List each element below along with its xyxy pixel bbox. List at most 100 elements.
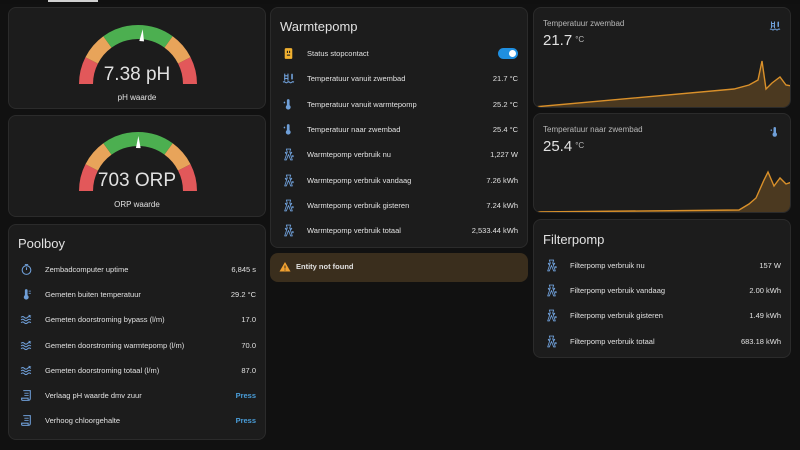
water-flow-icon [19,313,33,327]
press-button[interactable]: Press [236,416,256,425]
entity-row[interactable]: Filterpomp verbruik vandaag 2.00 kWh [534,278,790,303]
entity-label: Warmtepomp verbruik vandaag [307,175,412,185]
entity-value: 1.49 kWh [749,311,781,321]
thermometer-water-icon [281,122,295,136]
entity-value: 683.18 kWh [740,336,781,346]
entity-value: 21.7 °C [492,74,518,84]
transmission-tower-icon [544,284,558,298]
entity-label: Warmtepomp verbruik nu [307,150,391,160]
sensor-name: Temperatuur naar zwembad [543,125,643,134]
gauge-segment [164,36,191,64]
entity-value: 6,845 s [231,265,256,274]
ph-gauge-card[interactable]: 7.38 pH pH waarde [8,7,266,109]
entity-label: Filterpomp verbruik totaal [570,336,655,346]
sensor-card-temperatuur-naar-zwembad[interactable]: Temperatuur naar zwembad 25.4 °C [533,113,791,213]
power-toggle[interactable] [498,48,518,59]
entity-row[interactable]: Warmtepomp verbruik nu 1,227 W [271,142,527,167]
entity-row[interactable]: Filterpomp verbruik nu 157 W [534,253,790,278]
entity-row[interactable]: Filterpomp verbruik gisteren 1.49 kWh [534,303,790,328]
transmission-tower-icon [281,148,295,162]
transmission-tower-icon [544,334,558,348]
entity-row[interactable]: Warmtepomp verbruik totaal 2,533.44 kWh [271,218,527,243]
entity-label: Warmtepomp verbruik totaal [307,226,401,236]
active-tab-indicator [48,0,98,2]
entity-label: Gemeten buiten temperatuur [45,290,141,300]
entity-row[interactable]: Verhoog chloorgehalte Press [9,408,265,433]
warmtepomp-card: Warmtepomp Status stopcontact Temperatuur… [270,7,528,248]
entity-value: 157 W [759,261,781,270]
top-bar [0,0,800,4]
orp-gauge-card[interactable]: 703 ORP ORP waarde [8,115,266,217]
temperatuur-naar-zwembad-history-graph [534,170,790,212]
entity-row[interactable]: Gemeten doorstroming totaal (l/m) 87.0 [9,358,265,383]
alert-icon [279,262,291,272]
gauge-segment [103,25,173,48]
entity-row[interactable]: Gemeten buiten temperatuur 29.2 °C [9,282,265,307]
entity-label: Gemeten doorstroming bypass (l/m) [45,315,165,325]
entity-row[interactable]: Temperatuur vanuit warmtepomp 25.2 °C [271,92,527,117]
gauge-segment [85,36,112,64]
entity-value: 29.2 °C [230,290,256,300]
temperatuur-zwembad-history-graph [534,60,790,107]
transmission-tower-icon [281,173,295,187]
script-icon [19,414,33,428]
entity-label: Filterpomp verbruik gisteren [570,311,663,321]
thermometer-water-icon [281,97,295,111]
water-flow-icon [19,338,33,352]
poolboy-card: Poolboy Zembadcomputer uptime 6,845 s Geme… [8,224,266,440]
entity-label: Status stopcontact [307,49,369,58]
entity-value: 2,533.44 kWh [471,226,518,236]
entity-row[interactable]: Filterpomp verbruik totaal 683.18 kWh [534,329,790,354]
entity-row[interactable]: Gemeten doorstroming warmtepomp (l/m) 70.… [9,333,265,358]
entity-label: Filterpomp verbruik vandaag [570,286,666,296]
warning-text: Entity not found [296,262,354,271]
transmission-tower-icon [281,224,295,238]
entity-value: 17.0 [241,315,256,325]
card-title: Warmtepomp [280,19,358,34]
water-flow-icon [19,363,33,377]
entity-label: Gemeten doorstroming totaal (l/m) [45,365,160,375]
pool-thermometer-icon [769,21,781,31]
entity-value: 7.24 kWh [486,200,518,210]
press-button[interactable]: Press [236,391,256,400]
orp-gauge-value: 703 ORP [97,170,177,191]
entity-value: 25.2 °C [492,99,518,109]
entity-label: Gemeten doorstroming warmtepomp (l/m) [45,340,185,350]
entity-value: 25.4 °C [492,124,518,134]
entity-label: Warmtepomp verbruik gisteren [307,200,410,210]
entity-row[interactable]: Temperatuur vanuit zwembad 21.7 °C [271,66,527,91]
sensor-name: Temperatuur zwembad [543,19,625,28]
entity-label: Zembadcomputer uptime [45,265,129,274]
entity-row[interactable]: Zembadcomputer uptime 6,845 s [9,257,265,282]
entity-row[interactable]: Warmtepomp verbruik vandaag 7.26 kWh [271,168,527,193]
entity-row[interactable]: Gemeten doorstroming bypass (l/m) 17.0 [9,307,265,332]
script-icon [19,389,33,403]
entity-label: Verlaag pH waarde dmv zuur [45,391,142,400]
thermometer-icon [19,288,33,302]
entity-value: 2.00 kWh [749,286,781,296]
entity-label: Temperatuur vanuit warmtepomp [307,99,417,109]
entity-value: 87.0 [241,365,256,375]
entity-value: 7.26 kWh [486,175,518,185]
entity-label: Temperatuur vanuit zwembad [307,74,406,84]
entity-row[interactable]: Status stopcontact [271,41,527,66]
entity-row[interactable]: Temperatuur naar zwembad 25.4 °C [271,117,527,142]
entity-label: Verhoog chloorgehalte [45,416,121,426]
power-socket-icon [281,47,295,61]
entity-not-found-warning: Entity not found [270,253,528,282]
filterpomp-card: Filterpomp Filterpomp verbruik nu 157 W Fi… [533,219,791,358]
card-title: Filterpomp [543,232,605,247]
gauge-segment [85,143,112,171]
thermometer-water-icon [770,127,777,137]
card-title: Poolboy [18,236,65,251]
entity-value: 70.0 [241,340,256,350]
entity-row[interactable]: Warmtepomp verbruik gisteren 7.24 kWh [271,193,527,218]
sensor-card-temperatuur-zwembad[interactable]: Temperatuur zwembad 21.7 °C [533,7,791,108]
pool-thermometer-icon [281,72,295,86]
transmission-tower-icon [544,309,558,323]
entity-row[interactable]: Verlaag pH waarde dmv zuur Press [9,383,265,408]
orp-gauge-label: ORP waarde [114,200,160,209]
transmission-tower-icon [281,198,295,212]
entity-label: Temperatuur naar zwembad [307,124,401,134]
entity-label: Filterpomp verbruik nu [570,261,645,270]
